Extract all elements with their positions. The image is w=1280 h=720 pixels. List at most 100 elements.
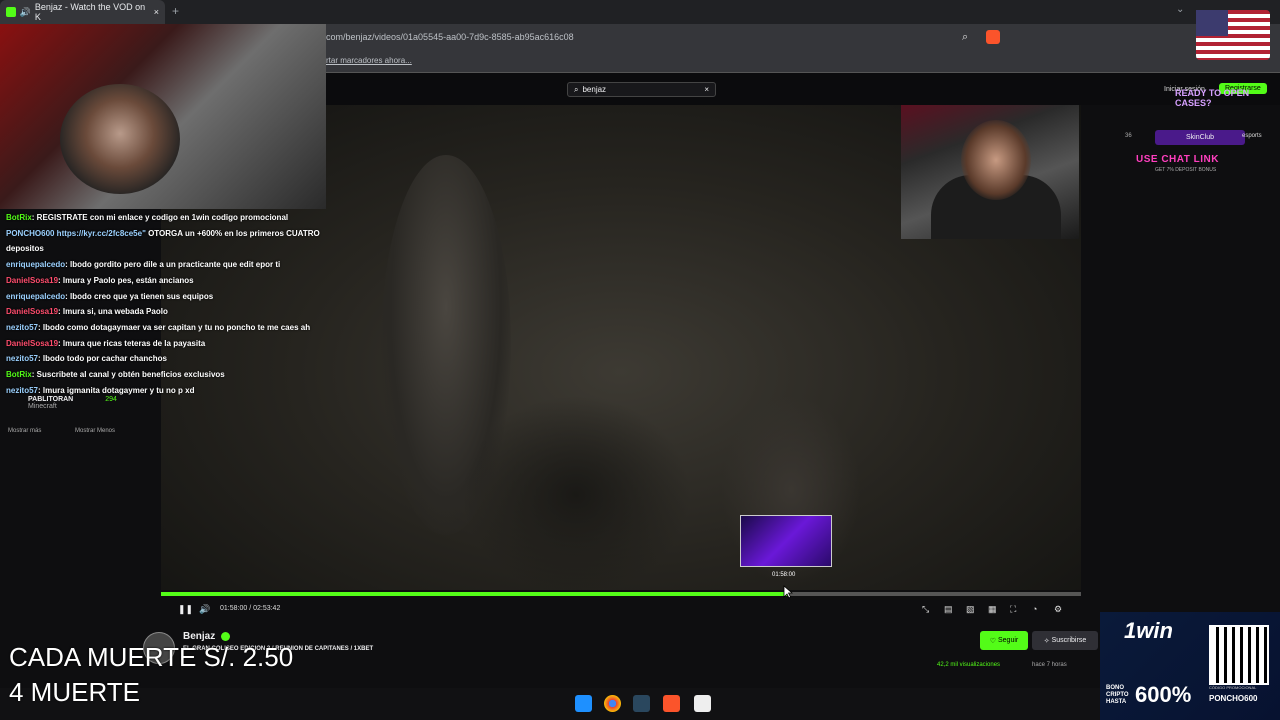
chat-message-text: : lmura que ricas teteras de la payasita xyxy=(58,338,206,348)
chat-overlay: BotRix: REGISTRATE con mi enlace y codig… xyxy=(6,210,346,398)
chat-username[interactable]: enriquepalcedo xyxy=(6,292,65,301)
import-bookmarks-link[interactable]: rtar marcadores ahora... xyxy=(326,56,412,65)
chat-username[interactable]: DanielSosa19 xyxy=(6,307,58,316)
search-icon: ⌕ xyxy=(574,84,579,94)
chat-message-text: : lbodo todo por cachar chanchos xyxy=(38,354,167,364)
browser-tab[interactable]: 🔊 Benjaz - Watch the VOD on K × xyxy=(0,0,165,24)
flag-canton xyxy=(1196,10,1228,36)
heart-icon: ♡ xyxy=(989,637,998,645)
clip-icon[interactable]: ▤ xyxy=(944,604,953,615)
volume-icon[interactable]: 🔊 xyxy=(199,604,210,615)
sidebar-label: esports xyxy=(1242,133,1262,139)
chat-message: BotRix: Suscribete al canal y obtén bene… xyxy=(6,367,346,383)
url-text[interactable]: com/benjaz/videos/01a05545-aa00-7d9c-858… xyxy=(326,32,574,42)
chat-username[interactable]: enriquepalcedo xyxy=(6,260,65,269)
chat-message: enriquepalcedo: lbodo creo que ya tienen… xyxy=(6,289,346,305)
show-less-link[interactable]: Mostrar Menos xyxy=(75,428,115,434)
promo-bonus: GET 7% DEPOSIT BONUS xyxy=(1155,167,1217,173)
chat-message: PONCHO600 https://kyr.cc/2fc8ce5e" OTORG… xyxy=(6,226,346,242)
search-clear-button[interactable]: × xyxy=(704,85,709,94)
channel-name[interactable]: Benjaz xyxy=(183,631,215,642)
fullscreen-icon[interactable]: ⛶ xyxy=(1010,604,1016,615)
follow-button[interactable]: ♡ Seguir xyxy=(980,631,1028,650)
chat-username[interactable]: PONCHO600 https://kyr.cc/2fc8ce5e" xyxy=(6,229,146,238)
chat-message-text: : lmura igmanita dotagaymer y tu no p xd xyxy=(38,385,195,395)
secondary-webcam xyxy=(0,24,326,209)
pip-icon[interactable]: ⤡ xyxy=(922,604,929,615)
windows-start-icon[interactable] xyxy=(575,695,592,712)
chat-username[interactable]: DanielSosa19 xyxy=(6,276,58,285)
subscribe-button[interactable]: ✧ Suscribirse xyxy=(1032,631,1098,650)
sponsor-code: PONCHO600 xyxy=(1209,694,1258,703)
chat-username[interactable]: nezito57 xyxy=(6,354,38,363)
chevron-down-icon[interactable]: ⌄ xyxy=(1176,4,1184,15)
chat-username[interactable]: BotRix xyxy=(6,213,32,222)
sponsor-logo: 1win xyxy=(1124,618,1173,643)
tab-close-button[interactable]: × xyxy=(154,7,159,17)
chat-message-text: OTORGA un +600% en los primeros CUATRO xyxy=(145,228,320,238)
viewer-name: PABLITORAN xyxy=(28,396,74,403)
sidebar-count: 36 xyxy=(1125,133,1132,139)
chat-message-text: : lbodo creo que ya tienen sus equipos xyxy=(65,291,214,301)
chat-username[interactable]: DanielSosa19 xyxy=(6,339,58,348)
promo-headline: READY TO OPEN CASES? xyxy=(1175,88,1250,108)
viewer-entry: PABLITORAN 294 Minecraft xyxy=(8,396,117,410)
steam-icon[interactable] xyxy=(633,695,650,712)
video-figure-foreground xyxy=(461,395,691,590)
promo-brand: SkinClub xyxy=(1155,130,1245,145)
verified-icon xyxy=(221,632,230,641)
webcam-face xyxy=(961,120,1031,200)
chat-message-text: : lmura si, una webada Paolo xyxy=(58,307,168,317)
chat-message-text: : lbodo como dotagaymaer va ser capitan … xyxy=(38,322,311,332)
chat-username[interactable]: BotRix xyxy=(6,370,32,379)
progress-fill xyxy=(161,592,787,596)
chat-message-text: : lmura y Paolo pes, están ancianos xyxy=(58,275,194,285)
seek-preview-thumbnail xyxy=(740,515,832,567)
chat-username[interactable]: nezito57 xyxy=(6,323,38,332)
seek-preview-time: 01:58:00 xyxy=(772,572,796,578)
chat-message-text: depositos xyxy=(6,244,44,254)
qr-code-icon xyxy=(1209,625,1269,685)
sponsor-bonus-label: BONO CRIPTO HASTA xyxy=(1106,685,1129,705)
promo-cta: USE CHAT LINK xyxy=(1136,154,1219,165)
speed-icon[interactable]: ◔ xyxy=(1032,604,1037,614)
new-tab-button[interactable]: + xyxy=(172,4,179,18)
show-more-link[interactable]: Mostrar más xyxy=(8,428,41,434)
chat-message: DanielSosa19: lmura que ricas teteras de… xyxy=(6,336,346,352)
taskbar xyxy=(0,688,1100,720)
pause-button[interactable]: ❚❚ xyxy=(178,604,193,615)
file-icon[interactable] xyxy=(694,695,711,712)
chat-message: DanielSosa19: lmura y Paolo pes, están a… xyxy=(6,273,346,289)
chat-message: nezito57: lbodo todo por cachar chanchos xyxy=(6,351,346,367)
settings-gear-icon[interactable]: ⚙ xyxy=(1054,604,1062,615)
death-counter-rate: CADA MUERTE S/. 2.50 xyxy=(9,642,294,672)
sponsor-code-label: CÓDIGO PROMOCIONAL xyxy=(1209,685,1257,690)
search-icon[interactable]: ⌕ xyxy=(962,31,968,44)
brave-shield-icon[interactable] xyxy=(986,30,1000,44)
brave-icon[interactable] xyxy=(663,695,680,712)
cursor-pointer-icon xyxy=(783,585,793,599)
chat-message: enriquepalcedo: lbodo gordito pero dile … xyxy=(6,257,346,273)
tab-title: Benjaz - Watch the VOD on K xyxy=(34,2,146,22)
search-value: benjaz xyxy=(582,85,607,94)
chat-toggle-icon[interactable]: ▧ xyxy=(966,604,975,615)
chat-message: DanielSosa19: lmura si, una webada Paolo xyxy=(6,304,346,320)
chat-message-text: : lbodo gordito pero dile a un practican… xyxy=(65,260,281,270)
stream-age: hace 7 horas xyxy=(1032,662,1067,668)
theater-mode-icon[interactable]: ▦ xyxy=(988,604,997,615)
playback-time: 01:58:00 / 02:53:42 xyxy=(220,605,281,612)
viewer-category: Minecraft xyxy=(28,403,57,410)
streamer-webcam xyxy=(901,105,1079,239)
chat-message: BotRix: REGISTRATE con mi enlace y codig… xyxy=(6,210,346,226)
kick-favicon-icon xyxy=(6,7,16,17)
search-input[interactable]: ⌕ benjaz × xyxy=(567,82,716,97)
chrome-icon[interactable] xyxy=(604,695,621,712)
browser-tab-bar xyxy=(0,0,1280,24)
star-icon: ✧ xyxy=(1043,637,1052,645)
view-count: 42,2 mil visualizaciones xyxy=(937,662,1001,668)
follow-label: Seguir xyxy=(998,637,1019,644)
death-counter-total: 4 MUERTE xyxy=(9,677,140,707)
sponsor-bonus-value: 600% xyxy=(1135,682,1192,707)
chat-message-text: : Suscribete al canal y obtén beneficios… xyxy=(31,370,225,380)
chat-username[interactable]: nezito57 xyxy=(6,386,38,395)
